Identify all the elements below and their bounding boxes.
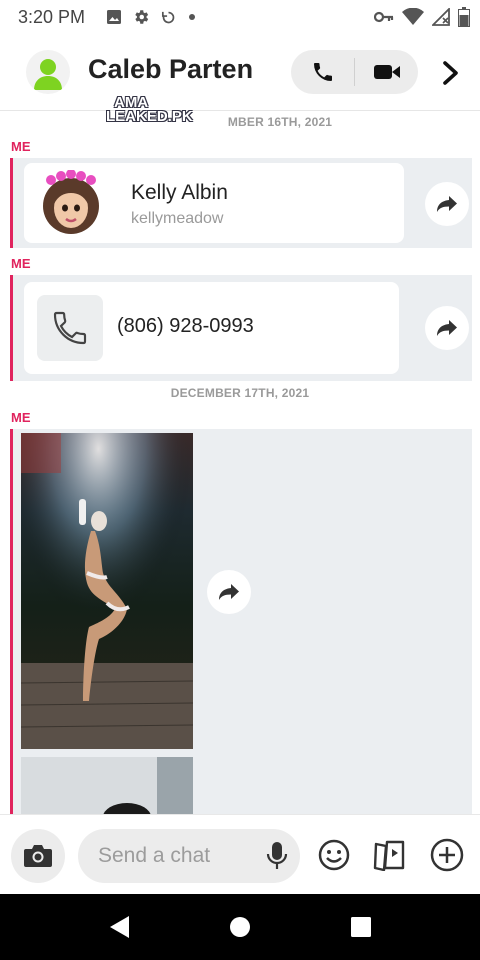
battery-icon	[458, 7, 470, 27]
phone-icon	[53, 311, 87, 345]
status-bar: 3:20 PM	[0, 0, 480, 36]
share-button[interactable]	[425, 182, 469, 226]
contact-name[interactable]: Caleb Parten	[88, 54, 253, 85]
vpn-key-icon	[374, 11, 394, 23]
camera-button[interactable]	[11, 829, 65, 883]
media-photo[interactable]	[21, 433, 193, 749]
media-photo-2[interactable]	[21, 757, 193, 815]
chat-header: Caleb Parten	[0, 36, 480, 111]
date-separator: MBER 16TH, 2021	[227, 115, 333, 129]
share-arrow-icon	[437, 320, 457, 336]
gallery-icon	[107, 10, 121, 24]
emoji-icon	[318, 839, 350, 871]
composer-bar	[0, 814, 480, 895]
share-arrow-icon	[437, 196, 457, 212]
sender-label: ME	[11, 139, 31, 154]
share-button[interactable]	[425, 306, 469, 350]
navigation-bar	[0, 894, 480, 960]
recents-nav-icon	[351, 917, 371, 937]
stickers-button[interactable]	[372, 837, 408, 873]
back-nav-icon	[110, 916, 129, 938]
microphone-icon[interactable]	[266, 841, 288, 871]
call-actions	[291, 50, 418, 94]
stickers-icon	[373, 840, 405, 871]
chevron-right-button[interactable]	[436, 58, 466, 88]
contact-card-username: kellymeadow	[131, 210, 224, 227]
sync-icon	[161, 11, 175, 23]
recents-nav-button[interactable]	[348, 914, 374, 940]
share-arrow-icon	[219, 584, 239, 600]
voice-call-button[interactable]	[291, 50, 354, 94]
plus-circle-icon	[430, 838, 464, 872]
contact-card-name: Kelly Albin	[131, 181, 228, 204]
phone-icon-box	[37, 295, 103, 361]
date-separator: DECEMBER 17TH, 2021	[170, 386, 310, 400]
camera-icon	[24, 845, 52, 867]
emoji-button[interactable]	[316, 837, 352, 873]
sender-label: ME	[11, 256, 31, 271]
home-nav-button[interactable]	[227, 914, 253, 940]
wifi-icon	[402, 8, 424, 25]
phone-number[interactable]: (806) 928-0993	[117, 315, 254, 338]
avatar[interactable]	[26, 50, 70, 94]
chevron-right-icon	[443, 61, 458, 85]
add-button[interactable]	[429, 837, 465, 873]
video-call-button[interactable]	[355, 50, 418, 94]
bitmoji-avatar	[43, 170, 99, 234]
status-time: 3:20 PM	[18, 7, 86, 27]
signal-icon	[432, 8, 450, 26]
home-nav-icon	[230, 917, 250, 937]
settings-icon	[135, 10, 149, 24]
phone-icon	[313, 63, 332, 81]
back-nav-button[interactable]	[106, 914, 132, 940]
dot-icon	[189, 14, 195, 20]
sender-label: ME	[11, 410, 31, 425]
video-icon	[373, 65, 400, 79]
share-button[interactable]	[207, 570, 251, 614]
